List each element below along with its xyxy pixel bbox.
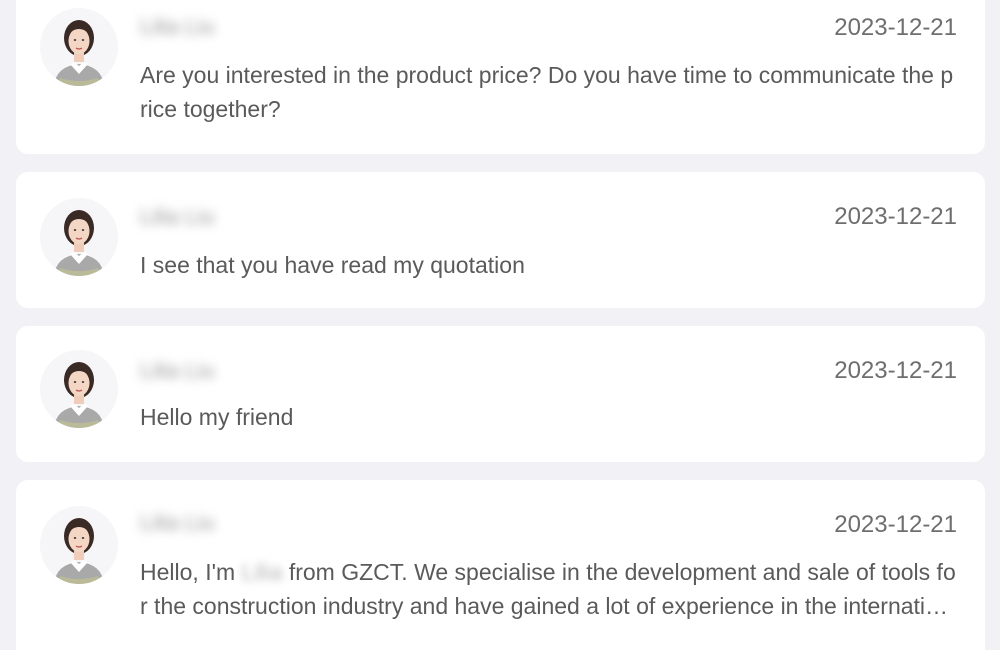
message-date: 2023-12-21 — [834, 203, 957, 230]
avatar-photo-icon — [40, 506, 118, 584]
avatar-photo-icon — [40, 198, 118, 276]
contact-name: Lilia Liu — [140, 204, 215, 229]
contact-name: Lilia Liu — [140, 14, 215, 39]
contact-avatar — [40, 506, 118, 584]
contact-name: Lilia Liu — [140, 510, 215, 535]
message-preview: Hello my friend — [140, 404, 294, 430]
conversation-list: Lilia Liu 2023-12-21 Are you interested … — [0, 0, 1000, 650]
contact-name: Lilia Liu — [140, 358, 215, 383]
conversation-item[interactable]: Lilia Liu 2023-12-21 Are you interested … — [16, 0, 985, 154]
redacted-name: Lilia — [241, 559, 283, 585]
conversation-item[interactable]: Lilia Liu 2023-12-21 Hello, I'm Lilia fr… — [16, 480, 985, 650]
message-preview: Are you interested in the product price?… — [140, 62, 954, 122]
message-date: 2023-12-21 — [834, 357, 957, 384]
message-preview: I see that you have read my quotation — [140, 252, 525, 278]
contact-avatar — [40, 198, 118, 276]
conversation-item[interactable]: Lilia Liu 2023-12-21 Hello my friend — [16, 326, 985, 462]
message-date: 2023-12-21 — [834, 511, 957, 538]
avatar-photo-icon — [40, 8, 118, 86]
contact-avatar — [40, 350, 118, 428]
conversation-item[interactable]: Lilia Liu 2023-12-21 I see that you have… — [16, 172, 985, 308]
message-preview: Hello, I'm Lilia from GZCT. We specialis… — [140, 555, 960, 623]
contact-avatar — [40, 8, 118, 86]
message-text-start: Hello, I'm — [140, 559, 242, 585]
avatar-photo-icon — [40, 350, 118, 428]
message-date: 2023-12-21 — [834, 14, 957, 41]
